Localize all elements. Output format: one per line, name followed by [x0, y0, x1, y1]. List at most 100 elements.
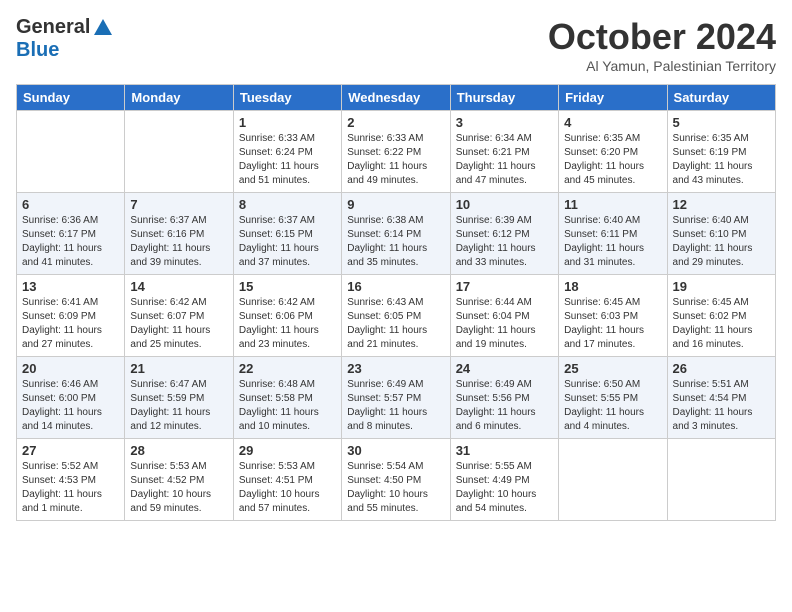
day-number: 19 [673, 279, 770, 294]
day-info: Sunrise: 5:51 AMSunset: 4:54 PMDaylight:… [673, 378, 770, 434]
logo-icon [92, 17, 114, 39]
calendar-week-row: 27Sunrise: 5:52 AMSunset: 4:53 PMDayligh… [17, 439, 776, 521]
day-info: Sunrise: 6:35 AMSunset: 6:20 PMDaylight:… [564, 132, 661, 188]
calendar-cell: 1 Sunrise: 6:33 AMSunset: 6:24 PMDaylight… [233, 111, 341, 193]
day-number: 9 [347, 197, 444, 212]
calendar-cell: 10 Sunrise: 6:39 AMSunset: 6:12 PMDayligh… [450, 193, 558, 275]
calendar-cell: 29Sunrise: 5:53 AMSunset: 4:51 PMDayligh… [233, 439, 341, 521]
day-info: Sunrise: 6:49 AMSunset: 5:57 PMDaylight:… [347, 378, 444, 434]
day-info: Sunrise: 5:55 AMSunset: 4:49 PMDaylight:… [456, 460, 553, 516]
day-header-monday: Monday [125, 85, 233, 111]
calendar-cell: 15 Sunrise: 6:42 AMSunset: 6:06 PMDayligh… [233, 275, 341, 357]
day-header-saturday: Saturday [667, 85, 775, 111]
day-header-thursday: Thursday [450, 85, 558, 111]
calendar-cell: 17 Sunrise: 6:44 AMSunset: 6:04 PMDayligh… [450, 275, 558, 357]
calendar-cell: 23 Sunrise: 6:49 AMSunset: 5:57 PMDayligh… [342, 357, 450, 439]
calendar-cell: 22Sunrise: 6:48 AMSunset: 5:58 PMDayligh… [233, 357, 341, 439]
calendar-cell: 11 Sunrise: 6:40 AMSunset: 6:11 PMDayligh… [559, 193, 667, 275]
day-info: Sunrise: 6:41 AMSunset: 6:09 PMDaylight:… [22, 296, 119, 352]
calendar-cell [125, 111, 233, 193]
day-number: 10 [456, 197, 553, 212]
calendar-table: SundayMondayTuesdayWednesdayThursdayFrid… [16, 84, 776, 521]
day-header-wednesday: Wednesday [342, 85, 450, 111]
calendar-cell: 31 Sunrise: 5:55 AMSunset: 4:49 PMDayligh… [450, 439, 558, 521]
calendar-cell: 26 Sunrise: 5:51 AMSunset: 4:54 PMDayligh… [667, 357, 775, 439]
day-info: Sunrise: 6:43 AMSunset: 6:05 PMDaylight:… [347, 296, 444, 352]
day-number: 31 [456, 443, 553, 458]
day-number: 6 [22, 197, 119, 212]
day-number: 21 [130, 361, 227, 376]
page-header: General Blue October 2024 Al Yamun, Pale… [16, 16, 776, 74]
day-info: Sunrise: 5:54 AMSunset: 4:50 PMDaylight:… [347, 460, 444, 516]
day-info: Sunrise: 6:36 AMSunset: 6:17 PMDaylight:… [22, 214, 119, 270]
calendar-week-row: 6 Sunrise: 6:36 AMSunset: 6:17 PMDaylight… [17, 193, 776, 275]
day-number: 30 [347, 443, 444, 458]
calendar-cell: 8Sunrise: 6:37 AMSunset: 6:15 PMDaylight… [233, 193, 341, 275]
calendar-cell: 20Sunrise: 6:46 AMSunset: 6:00 PMDayligh… [17, 357, 125, 439]
calendar-cell [559, 439, 667, 521]
calendar-cell: 3 Sunrise: 6:34 AMSunset: 6:21 PMDaylight… [450, 111, 558, 193]
day-number: 20 [22, 361, 119, 376]
day-info: Sunrise: 6:47 AMSunset: 5:59 PMDaylight:… [130, 378, 227, 434]
day-number: 16 [347, 279, 444, 294]
day-info: Sunrise: 6:34 AMSunset: 6:21 PMDaylight:… [456, 132, 553, 188]
day-info: Sunrise: 6:33 AMSunset: 6:22 PMDaylight:… [347, 132, 444, 188]
day-number: 12 [673, 197, 770, 212]
calendar-cell: 25 Sunrise: 6:50 AMSunset: 5:55 PMDayligh… [559, 357, 667, 439]
day-header-friday: Friday [559, 85, 667, 111]
day-number: 14 [130, 279, 227, 294]
calendar-cell: 5Sunrise: 6:35 AMSunset: 6:19 PMDaylight… [667, 111, 775, 193]
month-title: October 2024 [548, 16, 776, 58]
calendar-cell: 16 Sunrise: 6:43 AMSunset: 6:05 PMDayligh… [342, 275, 450, 357]
calendar-week-row: 13 Sunrise: 6:41 AMSunset: 6:09 PMDayligh… [17, 275, 776, 357]
calendar-cell: 13 Sunrise: 6:41 AMSunset: 6:09 PMDayligh… [17, 275, 125, 357]
logo-general-text: General [16, 16, 90, 39]
day-number: 28 [130, 443, 227, 458]
calendar-cell: 4Sunrise: 6:35 AMSunset: 6:20 PMDaylight… [559, 111, 667, 193]
day-number: 25 [564, 361, 661, 376]
day-info: Sunrise: 6:33 AMSunset: 6:24 PMDaylight:… [239, 132, 336, 188]
day-info: Sunrise: 6:40 AMSunset: 6:10 PMDaylight:… [673, 214, 770, 270]
day-info: Sunrise: 6:48 AMSunset: 5:58 PMDaylight:… [239, 378, 336, 434]
day-info: Sunrise: 6:39 AMSunset: 6:12 PMDaylight:… [456, 214, 553, 270]
day-info: Sunrise: 6:49 AMSunset: 5:56 PMDaylight:… [456, 378, 553, 434]
calendar-cell: 12 Sunrise: 6:40 AMSunset: 6:10 PMDayligh… [667, 193, 775, 275]
calendar-week-row: 1 Sunrise: 6:33 AMSunset: 6:24 PMDaylight… [17, 111, 776, 193]
day-number: 8 [239, 197, 336, 212]
day-number: 15 [239, 279, 336, 294]
day-number: 17 [456, 279, 553, 294]
calendar-cell: 21 Sunrise: 6:47 AMSunset: 5:59 PMDayligh… [125, 357, 233, 439]
day-number: 27 [22, 443, 119, 458]
location-subtitle: Al Yamun, Palestinian Territory [548, 58, 776, 74]
day-info: Sunrise: 6:40 AMSunset: 6:11 PMDaylight:… [564, 214, 661, 270]
day-number: 11 [564, 197, 661, 212]
calendar-cell: 9 Sunrise: 6:38 AMSunset: 6:14 PMDaylight… [342, 193, 450, 275]
day-header-tuesday: Tuesday [233, 85, 341, 111]
day-number: 7 [130, 197, 227, 212]
day-number: 23 [347, 361, 444, 376]
day-info: Sunrise: 6:35 AMSunset: 6:19 PMDaylight:… [673, 132, 770, 188]
day-number: 29 [239, 443, 336, 458]
day-info: Sunrise: 6:42 AMSunset: 6:06 PMDaylight:… [239, 296, 336, 352]
calendar-cell [667, 439, 775, 521]
calendar-week-row: 20Sunrise: 6:46 AMSunset: 6:00 PMDayligh… [17, 357, 776, 439]
day-number: 3 [456, 115, 553, 130]
calendar-cell [17, 111, 125, 193]
day-info: Sunrise: 6:38 AMSunset: 6:14 PMDaylight:… [347, 214, 444, 270]
day-number: 2 [347, 115, 444, 130]
calendar-cell: 27Sunrise: 5:52 AMSunset: 4:53 PMDayligh… [17, 439, 125, 521]
calendar-cell: 14Sunrise: 6:42 AMSunset: 6:07 PMDayligh… [125, 275, 233, 357]
day-number: 1 [239, 115, 336, 130]
day-info: Sunrise: 6:45 AMSunset: 6:02 PMDaylight:… [673, 296, 770, 352]
calendar-cell: 28Sunrise: 5:53 AMSunset: 4:52 PMDayligh… [125, 439, 233, 521]
title-area: October 2024 Al Yamun, Palestinian Terri… [548, 16, 776, 74]
calendar-cell: 7 Sunrise: 6:37 AMSunset: 6:16 PMDaylight… [125, 193, 233, 275]
day-info: Sunrise: 6:44 AMSunset: 6:04 PMDaylight:… [456, 296, 553, 352]
calendar-cell: 24Sunrise: 6:49 AMSunset: 5:56 PMDayligh… [450, 357, 558, 439]
day-number: 26 [673, 361, 770, 376]
calendar-cell: 6 Sunrise: 6:36 AMSunset: 6:17 PMDaylight… [17, 193, 125, 275]
day-number: 18 [564, 279, 661, 294]
day-number: 13 [22, 279, 119, 294]
day-info: Sunrise: 6:37 AMSunset: 6:16 PMDaylight:… [130, 214, 227, 270]
day-info: Sunrise: 6:50 AMSunset: 5:55 PMDaylight:… [564, 378, 661, 434]
